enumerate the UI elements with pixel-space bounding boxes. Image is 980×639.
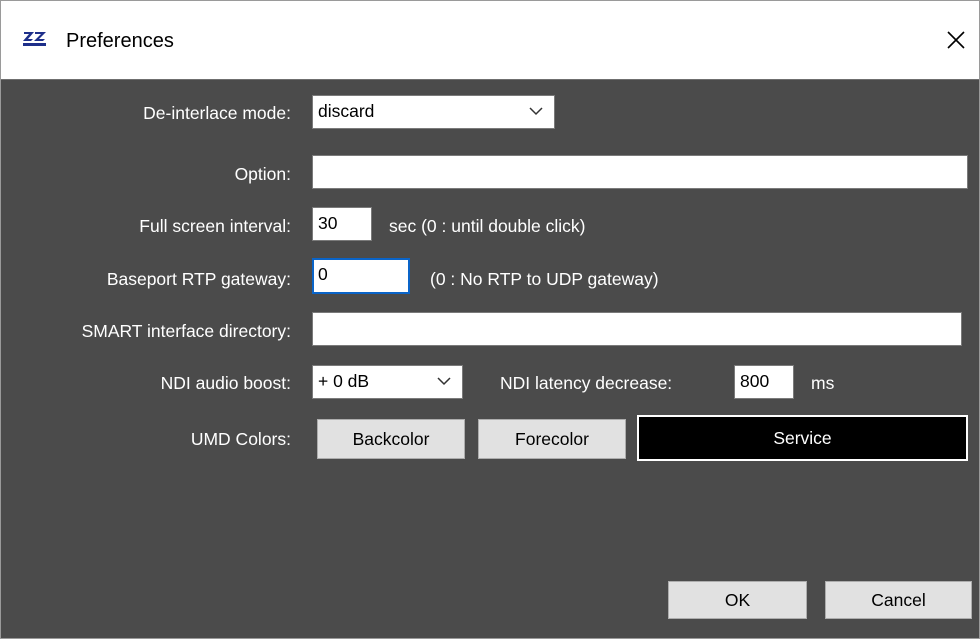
service-button[interactable]: Service — [637, 415, 968, 461]
close-button[interactable] — [937, 21, 975, 59]
dialog-content: De-interlace mode: discard Option: Full … — [1, 80, 979, 638]
baseport-input[interactable]: 0 — [312, 258, 410, 294]
forecolor-button[interactable]: Forecolor — [478, 419, 626, 459]
umd-colors-label: UMD Colors: — [190, 429, 291, 449]
ndi-latency-input[interactable]: 800 — [734, 365, 794, 399]
preferences-dialog: Preferences De-interlace mode: discard O… — [0, 0, 980, 639]
deinterlace-label: De-interlace mode: — [143, 103, 291, 123]
smart-directory-input[interactable] — [312, 312, 962, 346]
chevron-down-icon — [529, 107, 543, 116]
window-title: Preferences — [66, 30, 174, 52]
zz-logo-icon — [23, 31, 47, 47]
option-input[interactable] — [312, 155, 968, 189]
ndi-latency-unit: ms — [811, 373, 835, 393]
backcolor-button[interactable]: Backcolor — [317, 419, 465, 459]
baseport-label: Baseport RTP gateway: — [106, 269, 291, 289]
fullscreen-interval-label: Full screen interval: — [139, 216, 291, 236]
deinterlace-value: discard — [318, 101, 375, 121]
smart-directory-label: SMART interface directory: — [81, 321, 291, 341]
close-icon — [947, 31, 965, 49]
ndi-audio-boost-value: + 0 dB — [318, 371, 370, 391]
cancel-button[interactable]: Cancel — [825, 581, 972, 619]
option-label: Option: — [234, 164, 291, 184]
ndi-audio-boost-label: NDI audio boost: — [160, 373, 291, 393]
chevron-down-icon — [437, 377, 451, 386]
deinterlace-select[interactable]: discard — [312, 95, 555, 129]
ndi-latency-label: NDI latency decrease: — [500, 373, 673, 393]
title-bar: Preferences — [1, 1, 979, 80]
fullscreen-interval-input[interactable]: 30 — [312, 207, 372, 241]
ok-button[interactable]: OK — [668, 581, 807, 619]
baseport-hint: (0 : No RTP to UDP gateway) — [430, 269, 659, 289]
fullscreen-interval-hint: sec (0 : until double click) — [389, 216, 586, 236]
ndi-audio-boost-select[interactable]: + 0 dB — [312, 365, 463, 399]
